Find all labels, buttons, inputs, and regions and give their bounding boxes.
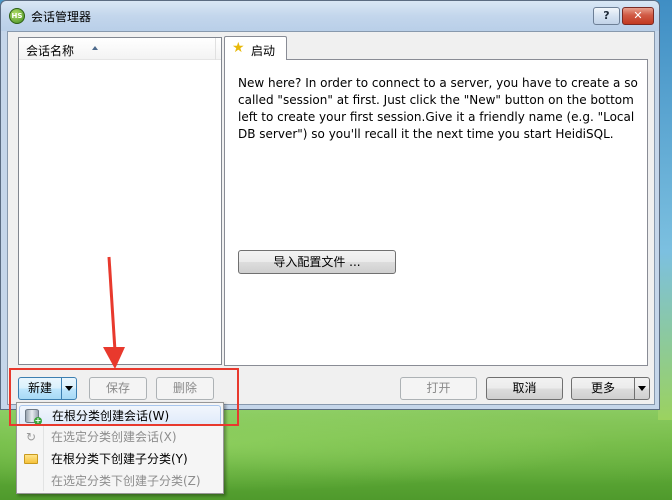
column-divider[interactable] [215,38,216,60]
menu-item-label: 在根分类下创建子分类(Y) [51,452,188,466]
tab-startup-label: 启动 [251,44,276,58]
title-bar[interactable]: HS 会话管理器 ? ✕ [1,1,659,31]
session-list-header[interactable]: 会话名称 [19,38,221,60]
welcome-text: New here? In order to connect to a serve… [238,76,638,141]
desktop-background-edge [658,0,672,420]
star-icon: ★ [232,40,245,56]
highlight-box [9,368,239,426]
session-name-column-header[interactable]: 会话名称 [26,42,74,59]
help-button[interactable]: ? [593,7,620,25]
window-title: 会话管理器 [31,10,92,24]
menu-item-label: 在选定分类下创建子分类(Z) [51,474,201,488]
sort-ascending-icon [92,46,98,50]
open-button[interactable]: 打开 [400,377,477,400]
refresh-icon: ↻ [25,430,37,444]
tab-startup[interactable]: ★ 启动 [224,36,287,60]
more-dropdown-button[interactable] [634,377,650,400]
more-button[interactable]: 更多 [571,377,635,400]
menu-item-label: 在选定分类创建会话(X) [51,430,177,444]
cancel-button[interactable]: 取消 [486,377,563,400]
heidisql-app-icon: HS [9,8,25,24]
startup-tab-panel: New here? In order to connect to a serve… [224,59,648,366]
menu-item-new-folder-root[interactable]: 在根分类下创建子分类(Y) [19,449,221,470]
folder-icon [24,454,38,464]
chevron-down-icon [638,386,646,391]
menu-item-new-session-selected[interactable]: ↻ 在选定分类创建会话(X) [19,427,221,448]
close-button[interactable]: ✕ [622,7,654,25]
import-settings-button[interactable]: 导入配置文件 ... [238,250,396,274]
annotation-arrow-icon [103,256,125,369]
menu-item-new-folder-selected[interactable]: 在选定分类下创建子分类(Z) [19,471,221,492]
